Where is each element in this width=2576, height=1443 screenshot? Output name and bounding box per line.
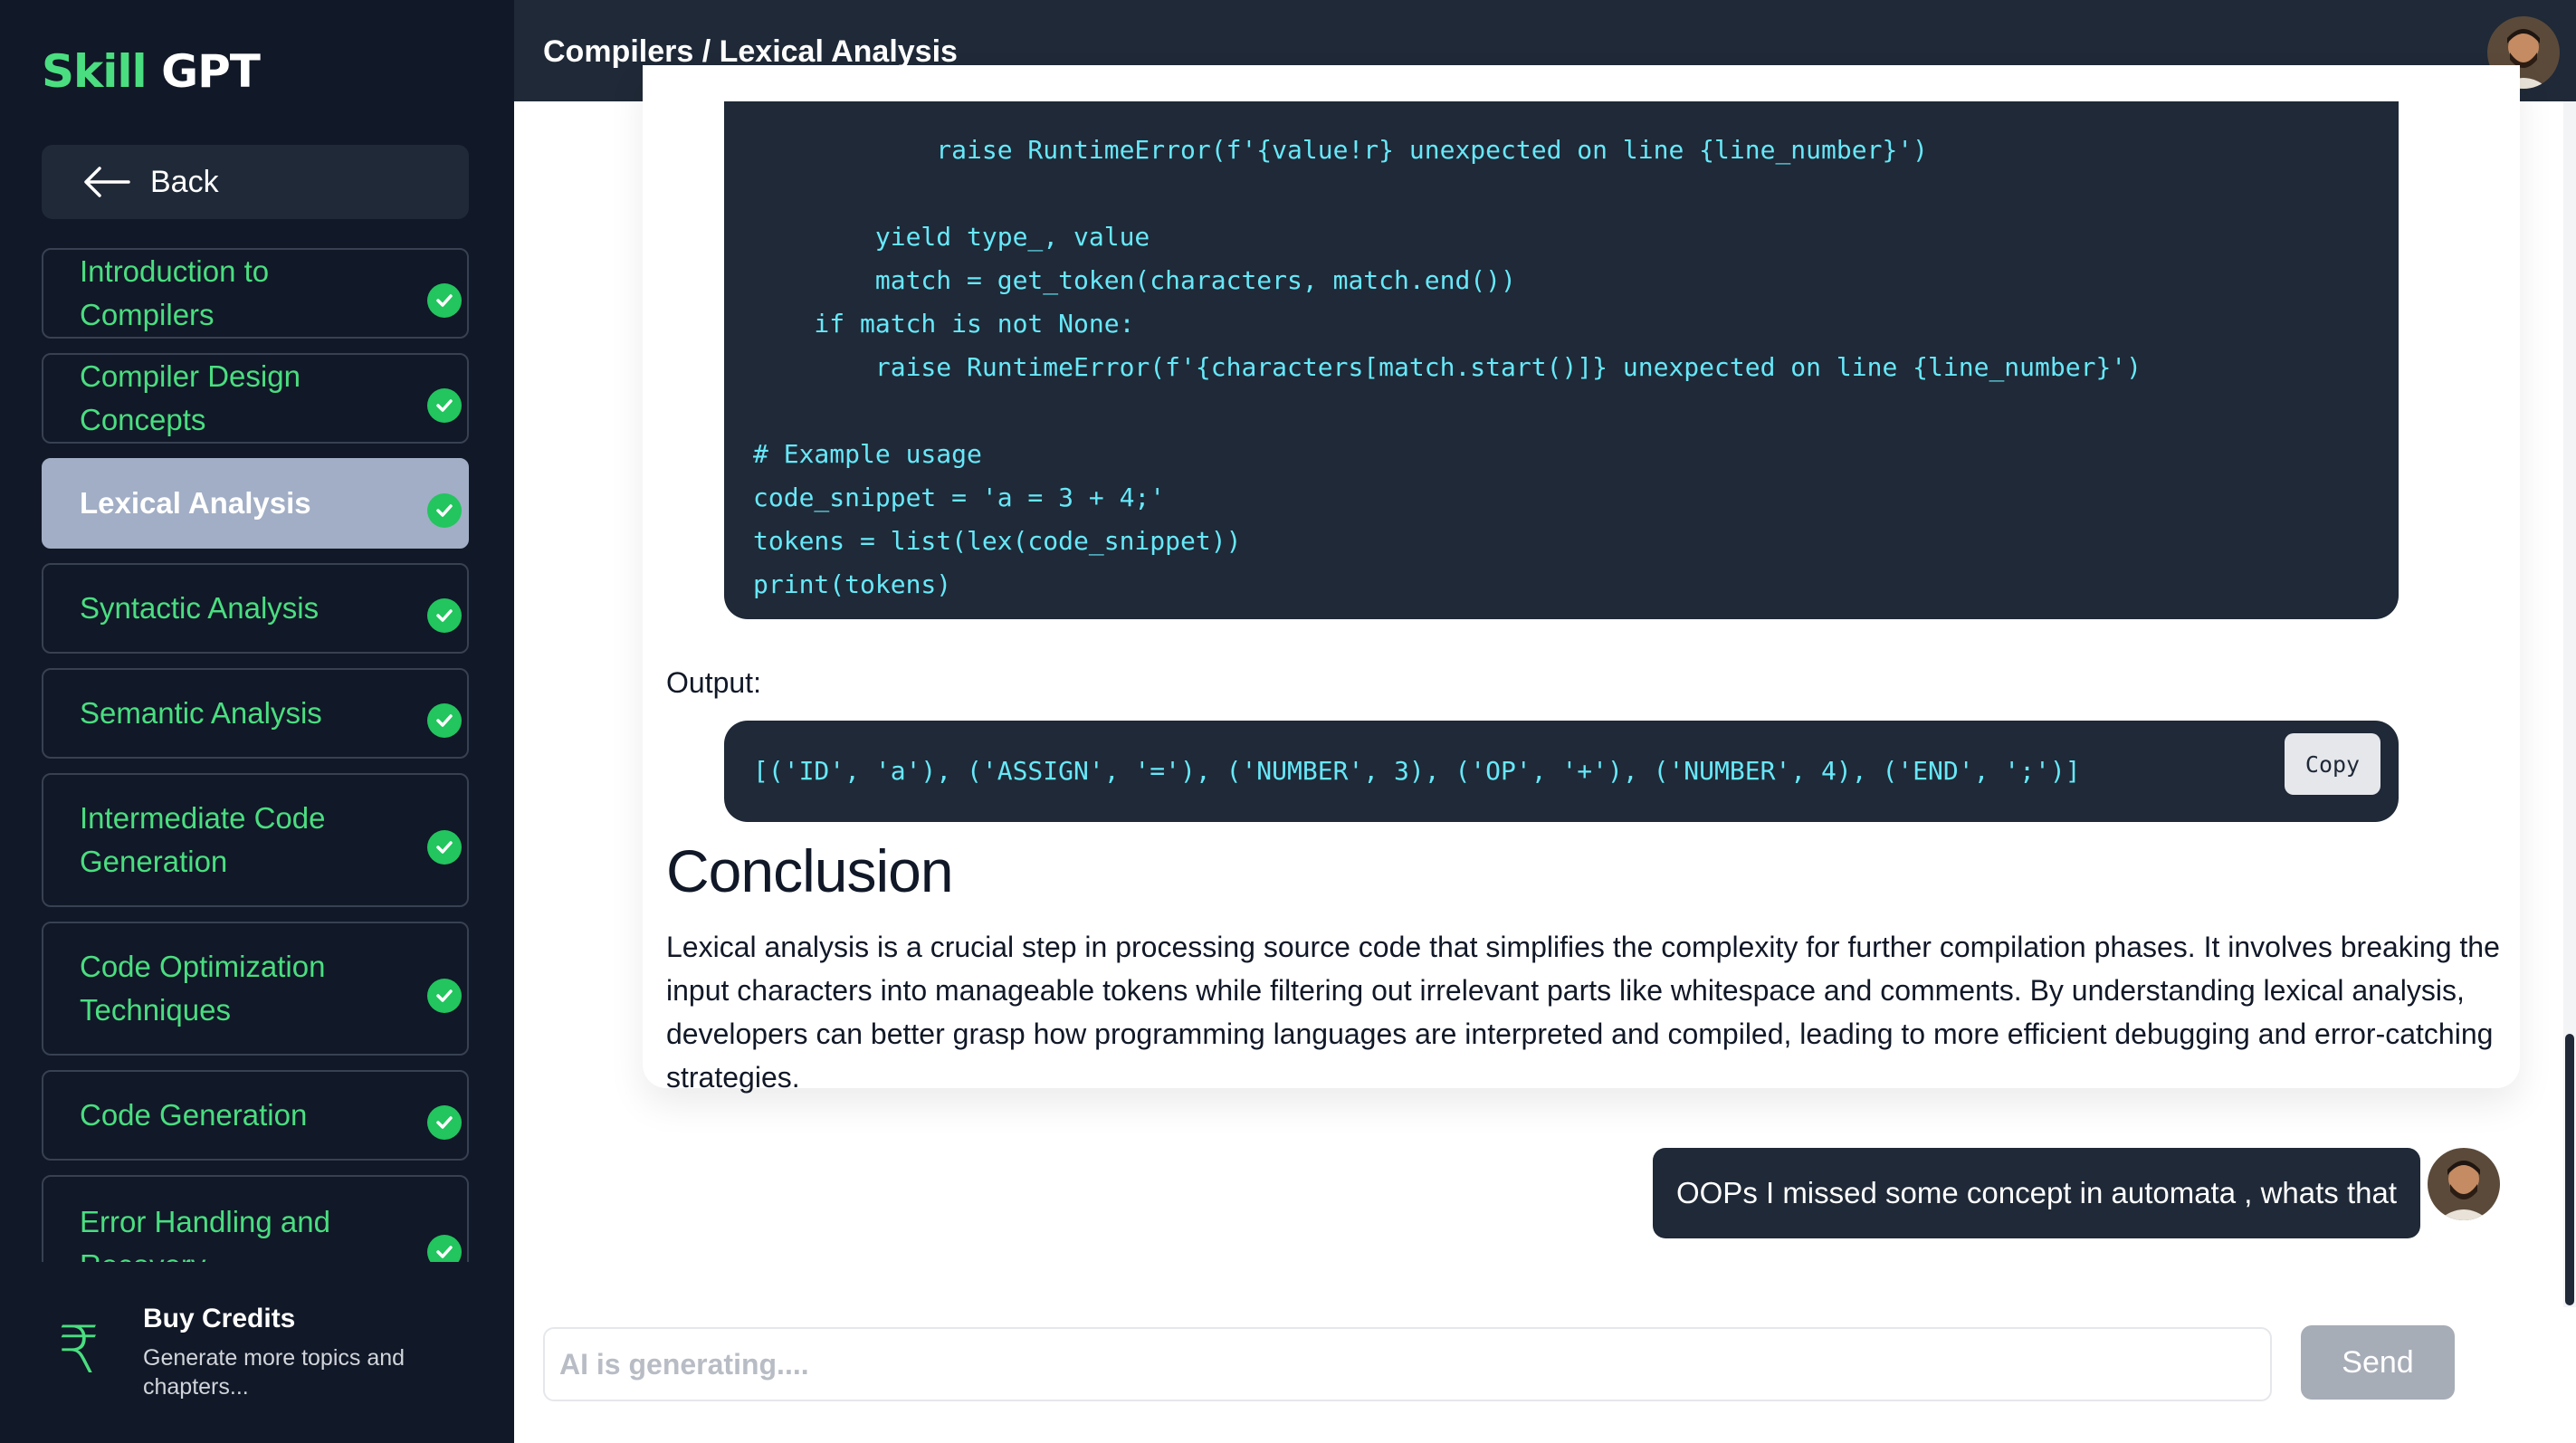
- sidebar-item-lexical-analysis[interactable]: Lexical Analysis: [42, 458, 469, 549]
- back-button-label: Back: [150, 164, 219, 199]
- output-label: Output:: [666, 666, 761, 699]
- sidebar-item-label: Code Optimization Techniques: [80, 950, 326, 1027]
- sidebar-item-code-generation[interactable]: Code Generation: [42, 1070, 469, 1161]
- sidebar-item-label: Error Handling and Recovery: [80, 1205, 330, 1262]
- arrow-left-icon: [84, 167, 130, 197]
- user-message-avatar: [2428, 1148, 2500, 1220]
- sidebar-item-compiler-design-concepts[interactable]: Compiler Design Concepts: [42, 353, 469, 444]
- sidebar-item-error-handling-and-recovery[interactable]: Error Handling and Recovery: [42, 1175, 469, 1262]
- brand-part-1: Skill: [42, 45, 148, 98]
- code-content: raise RuntimeError(f'{value!r} unexpecte…: [753, 135, 2142, 599]
- main-content: raise RuntimeError(f'{value!r} unexpecte…: [514, 65, 2576, 1443]
- conclusion-heading: Conclusion: [666, 837, 954, 904]
- user-message-text: OOPs I missed some concept in automata ,…: [1675, 1176, 2397, 1209]
- buy-credits[interactable]: ₹ Buy Credits Generate more topics and c…: [0, 1264, 514, 1443]
- sidebar-item-label: Introduction to Compilers: [80, 254, 270, 331]
- sidebar-item-intermediate-code-generation[interactable]: Intermediate Code Generation: [42, 773, 469, 907]
- sidebar-item-label: Semantic Analysis: [80, 696, 322, 730]
- sidebar-item-code-optimization-techniques[interactable]: Code Optimization Techniques: [42, 922, 469, 1056]
- sidebar-item-syntactic-analysis[interactable]: Syntactic Analysis: [42, 563, 469, 654]
- sidebar-item-label: Intermediate Code Generation: [80, 801, 326, 878]
- sidebar-item-introduction-to-compilers[interactable]: Introduction to Compilers: [42, 248, 469, 339]
- buy-credits-title: Buy Credits: [143, 1304, 296, 1333]
- sidebar-item-semantic-analysis[interactable]: Semantic Analysis: [42, 668, 469, 759]
- check-circle-icon: [427, 979, 462, 1013]
- code-block: raise RuntimeError(f'{value!r} unexpecte…: [724, 101, 2399, 619]
- check-circle-icon: [427, 1235, 462, 1262]
- chapter-list: Introduction to Compilers Compiler Desig…: [42, 248, 469, 1262]
- check-circle-icon: [427, 598, 462, 633]
- chat-scrollbar-thumb[interactable]: [2565, 1034, 2574, 1305]
- sidebar-item-label: Syntactic Analysis: [80, 591, 320, 625]
- check-circle-icon: [427, 703, 462, 738]
- buy-credits-subtitle: Generate more topics and chapters...: [143, 1345, 405, 1400]
- chat-scrollbar[interactable]: [2563, 101, 2576, 1307]
- sidebar: Skill GPT Back Introduction to Compilers…: [0, 0, 514, 1443]
- brand-part-2: GPT: [161, 45, 261, 98]
- check-circle-icon: [427, 830, 462, 865]
- sidebar-item-label: Lexical Analysis: [80, 486, 311, 520]
- ai-response-card: raise RuntimeError(f'{value!r} unexpecte…: [643, 65, 2520, 1094]
- back-button[interactable]: Back: [42, 145, 469, 219]
- output-content: [('ID', 'a'), ('ASSIGN', '='), ('NUMBER'…: [753, 756, 2081, 786]
- output-code-block: [('ID', 'a'), ('ASSIGN', '='), ('NUMBER'…: [724, 721, 2399, 822]
- copy-button[interactable]: Copy: [2285, 733, 2380, 795]
- send-button[interactable]: Send: [2301, 1325, 2455, 1400]
- sidebar-item-label: Code Generation: [80, 1098, 308, 1132]
- chat-input-bar: Send: [514, 1307, 2576, 1443]
- check-circle-icon: [427, 283, 462, 318]
- user-message-bubble: OOPs I missed some concept in automata ,…: [1652, 1148, 2420, 1238]
- rupee-icon: ₹: [58, 1314, 100, 1387]
- conclusion-paragraph: Lexical analysis is a crucial step in pr…: [666, 931, 2500, 1094]
- check-circle-icon: [427, 388, 462, 423]
- brand-logo: Skill GPT: [42, 45, 261, 98]
- sidebar-item-label: Compiler Design Concepts: [80, 359, 301, 436]
- chat-input[interactable]: [543, 1327, 2272, 1401]
- check-circle-icon: [427, 493, 462, 528]
- check-circle-icon: [427, 1105, 462, 1140]
